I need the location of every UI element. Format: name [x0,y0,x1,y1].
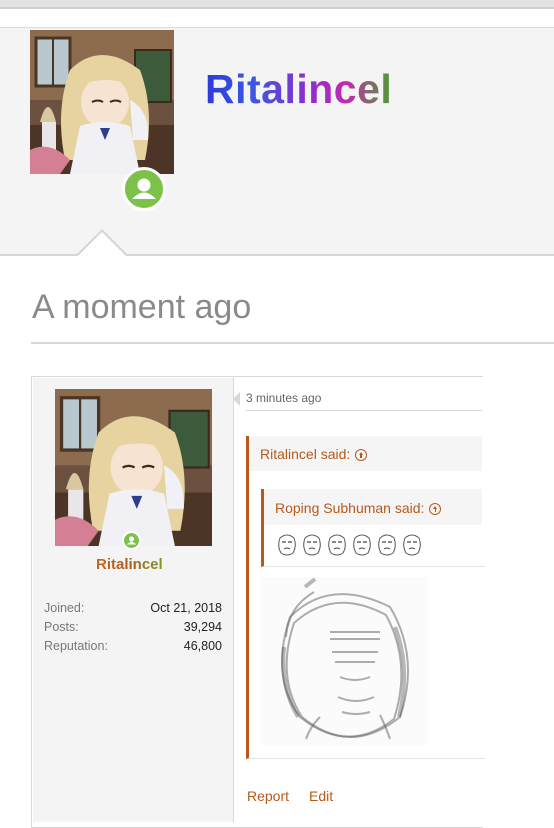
nested-quote-author-said[interactable]: Roping Subhuman said: [275,500,424,516]
edit-link[interactable]: Edit [309,788,333,804]
jump-to-post-icon[interactable] [429,503,442,515]
meta-divider [246,410,482,411]
stat-label: Posts: [44,620,79,634]
stat-label: Joined: [44,601,85,615]
report-link[interactable]: Report [247,788,289,804]
profile-username[interactable]: Ritalincel [205,66,392,113]
caret-pointer-fill [78,232,126,256]
wojak-face-icon [303,534,321,556]
avatar-illustration [30,30,174,174]
quote-attribution[interactable]: Ritalincel said: [260,446,368,462]
top-divider [0,0,554,9]
stat-label: Reputation: [44,639,108,653]
post-timestamp[interactable]: 3 minutes ago [246,391,321,405]
avatar-illustration-small [55,389,212,546]
profile-avatar[interactable] [30,30,174,174]
online-status-icon-small [122,531,141,550]
user-icon [132,178,156,199]
stat-value: 39,294 [183,620,222,634]
nested-quote-attribution[interactable]: Roping Subhuman said: [275,500,442,516]
post-author-avatar[interactable] [55,389,212,546]
online-status-icon [122,167,166,211]
activity-timestamp-heading: A moment ago [32,288,252,326]
user-icon-small [126,536,137,545]
blurred-face-drawing [260,577,428,745]
jump-to-post-icon[interactable] [355,449,368,461]
stat-reputation: Reputation: 46,800 [44,639,222,653]
quote-author-said[interactable]: Ritalincel said: [260,446,350,462]
stat-joined: Joined: Oct 21, 2018 [44,601,222,615]
wojak-face-icon [328,534,346,556]
stat-value: 46,800 [183,639,222,653]
wojak-face-icon [403,534,421,556]
post-author-username[interactable]: Ritalincel [96,556,163,573]
stat-posts: Posts: 39,294 [44,620,222,634]
sketch-face-image[interactable] [260,577,428,745]
wojak-face-icon [353,534,371,556]
wojak-face-icon [378,534,396,556]
meta-pointer [233,392,240,406]
heading-divider [31,342,554,344]
stat-value: Oct 21, 2018 [150,601,222,615]
wojak-face-icon [278,534,296,556]
